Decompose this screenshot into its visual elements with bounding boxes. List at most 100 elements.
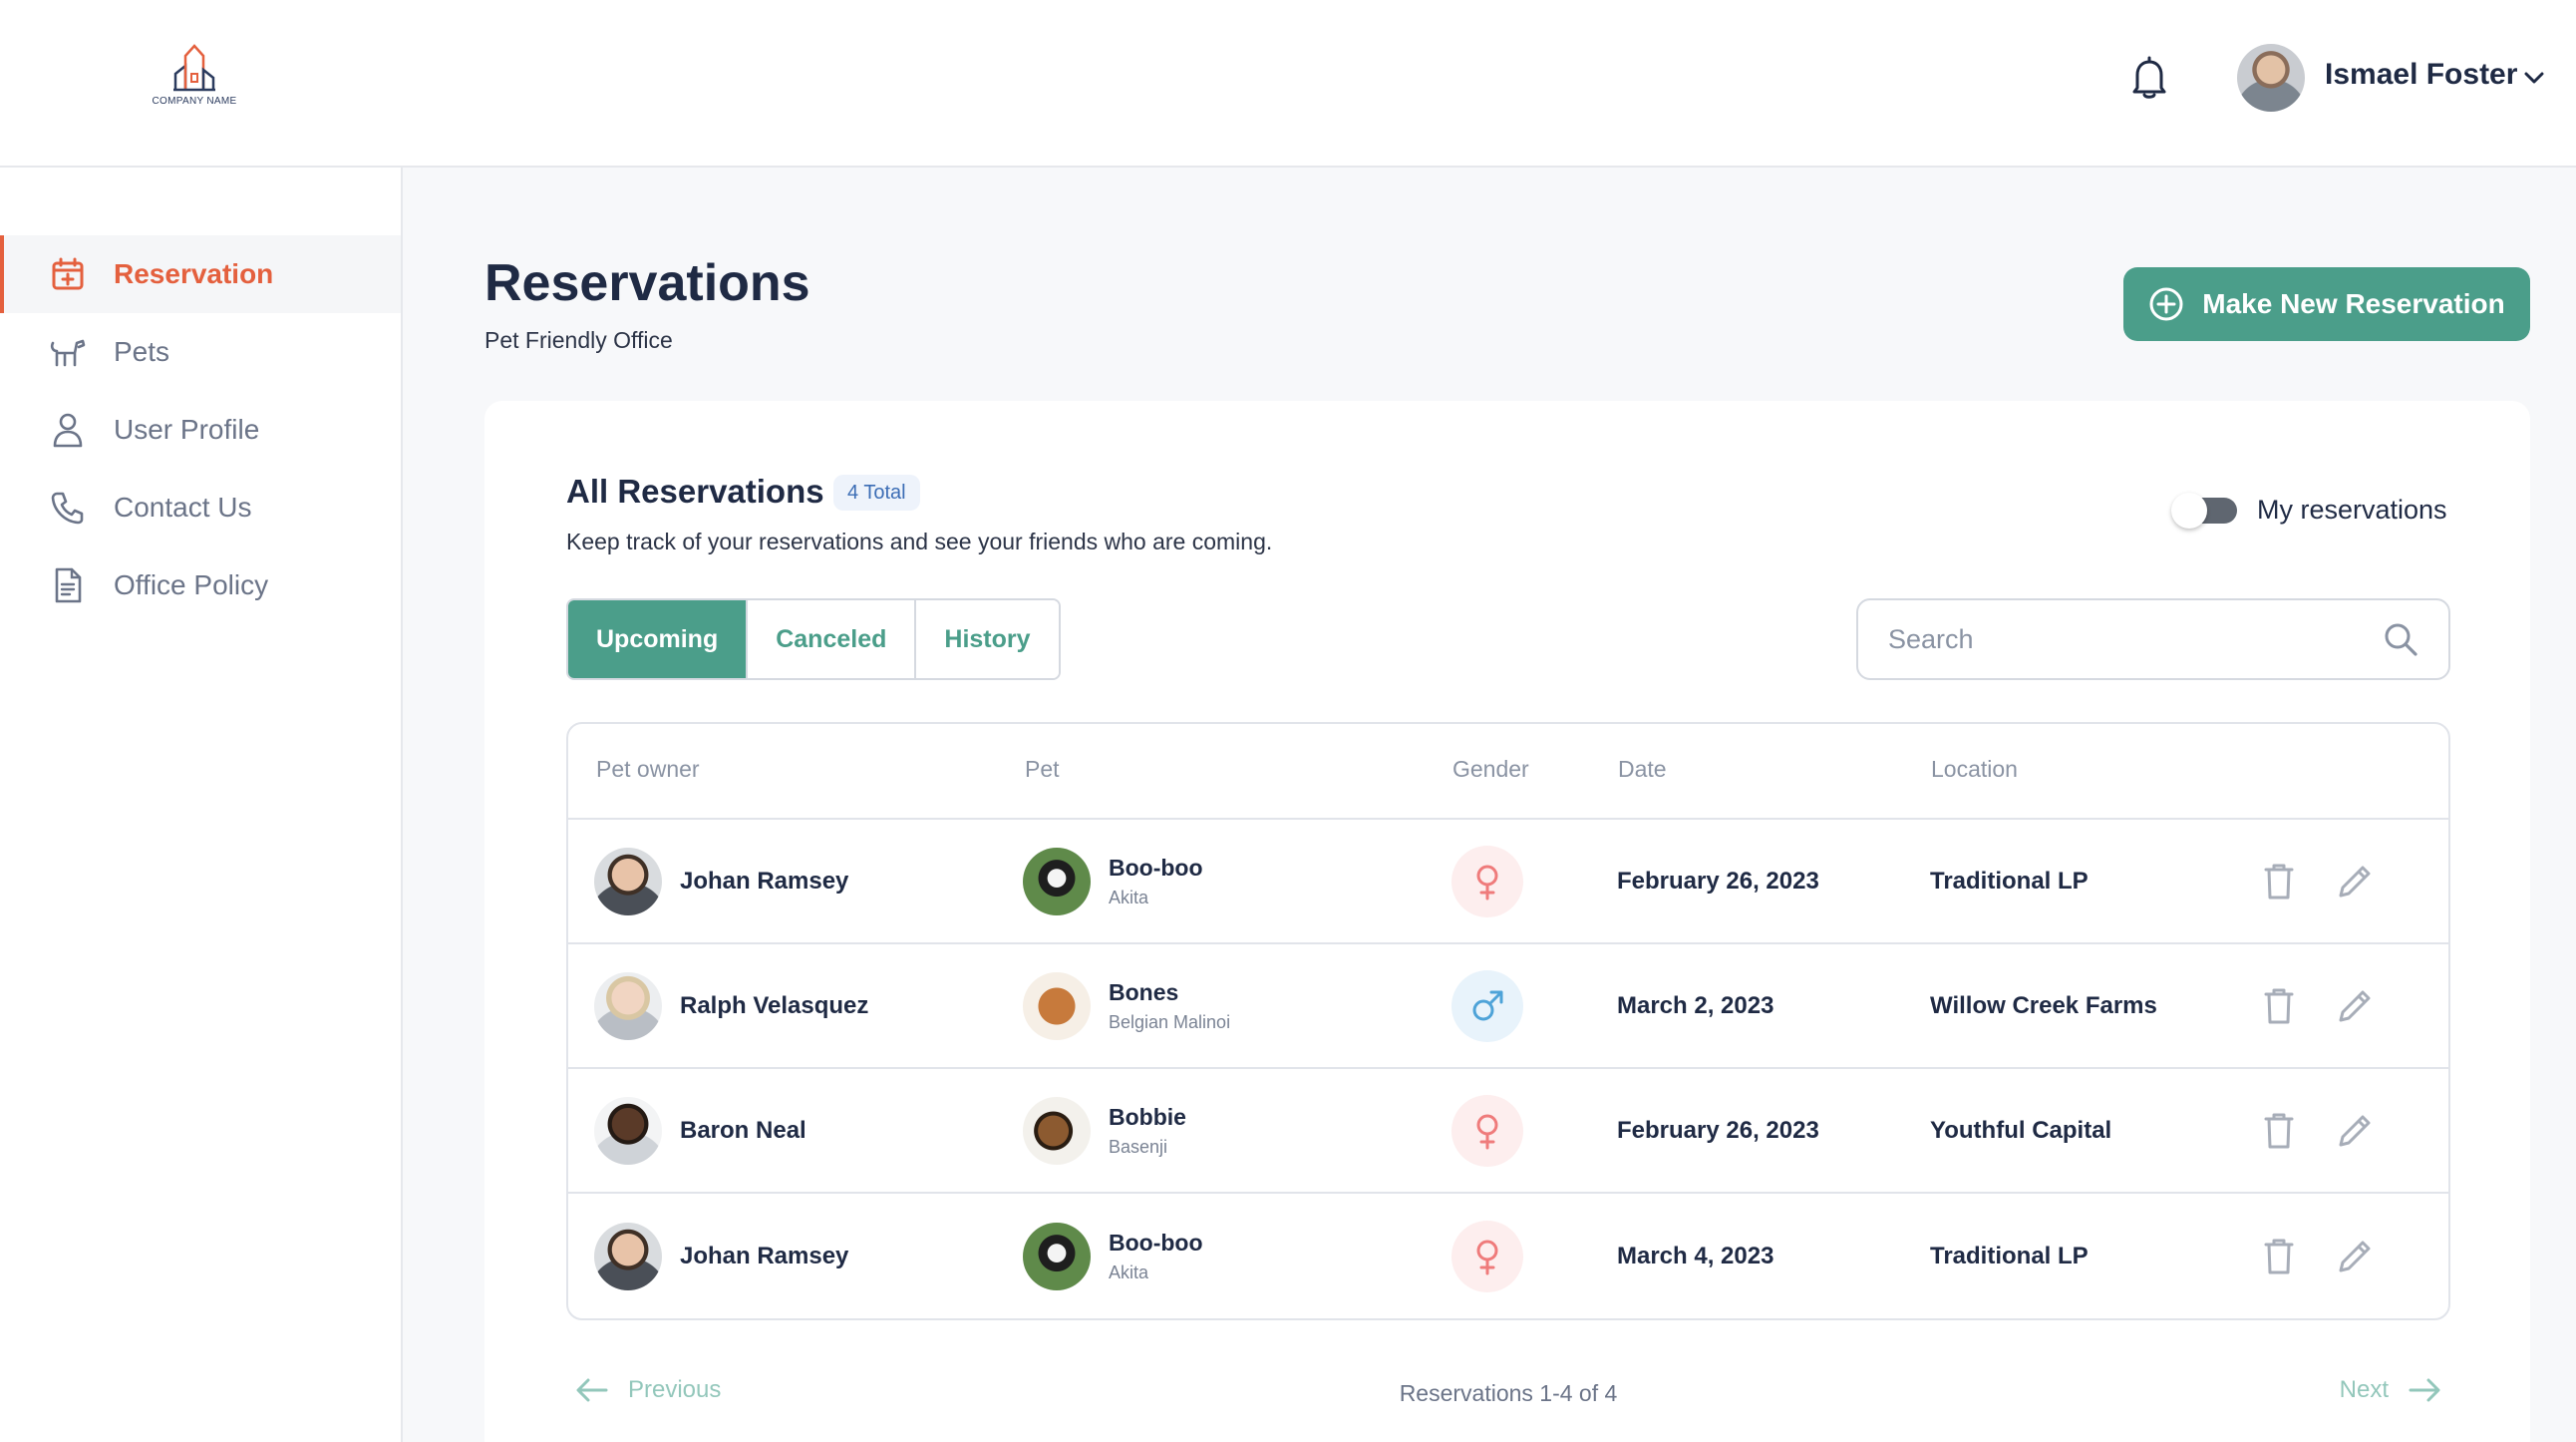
owner-name: Johan Ramsey <box>680 867 849 895</box>
delete-button[interactable] <box>2257 1109 2301 1153</box>
table-row[interactable]: Johan Ramsey Boo-boo Akita March 4, 2023… <box>568 1194 2448 1318</box>
pet-breed: Akita <box>1109 887 1149 907</box>
edit-cell <box>2333 944 2377 1067</box>
female-icon <box>1476 1240 1498 1274</box>
table-row[interactable]: Ralph Velasquez Bones Belgian Malinoi Ma… <box>568 944 2448 1069</box>
edit-button[interactable] <box>2333 984 2377 1028</box>
location-cell: Willow Creek Farms <box>1930 944 2157 1067</box>
female-icon <box>1476 1114 1498 1149</box>
pencil-icon <box>2339 1115 2371 1146</box>
pencil-icon <box>2339 866 2371 897</box>
reservations-table: Pet owner Pet Gender Date Location Johan… <box>566 722 2450 1320</box>
reservation-tabs: Upcoming Canceled History <box>566 598 1061 680</box>
column-header-gender: Gender <box>1452 756 1529 782</box>
my-reservations-label: My reservations <box>2257 495 2447 525</box>
pencil-icon <box>2339 990 2371 1021</box>
reservation-location: Youthful Capital <box>1930 1116 2112 1144</box>
card-title: All Reservations <box>566 473 824 510</box>
reservation-date: March 4, 2023 <box>1617 1242 1774 1269</box>
pet-info: Bones Belgian Malinoi <box>1109 979 1230 1033</box>
owner-name: Johan Ramsey <box>680 1242 849 1269</box>
top-bar: COMPANY NAME Ismael Foster <box>0 0 2576 168</box>
reservation-date: February 26, 2023 <box>1617 1116 1819 1144</box>
location-cell: Traditional LP <box>1930 820 2089 942</box>
delete-button[interactable] <box>2257 860 2301 903</box>
delete-cell <box>2257 820 2301 942</box>
plus-circle-icon <box>2149 287 2183 321</box>
reservation-date: March 2, 2023 <box>1617 991 1774 1019</box>
document-icon <box>48 565 88 605</box>
pet-cell: Boo-boo Akita <box>1023 1194 1203 1318</box>
gender-badge <box>1451 1220 1523 1292</box>
user-menu-toggle[interactable] <box>2522 66 2546 90</box>
delete-cell <box>2257 1069 2301 1192</box>
male-icon <box>1472 990 1503 1020</box>
search-input[interactable] <box>1888 623 2383 655</box>
delete-button[interactable] <box>2257 1235 2301 1278</box>
calendar-plus-icon <box>48 254 88 294</box>
edit-button[interactable] <box>2333 860 2377 903</box>
toggle-knob <box>2171 492 2207 529</box>
pagination: Previous Reservations 1-4 of 4 Next <box>566 1376 2450 1416</box>
make-new-reservation-label: Make New Reservation <box>2202 288 2505 319</box>
table-header: Pet owner Pet Gender Date Location <box>568 724 2448 820</box>
pet-info: Boo-boo Akita <box>1109 1230 1203 1283</box>
tab-upcoming[interactable]: Upcoming <box>568 600 749 678</box>
gender-cell <box>1451 820 1523 942</box>
user-avatar[interactable] <box>2237 44 2305 112</box>
pet-name: Bobbie <box>1109 1103 1186 1130</box>
edit-cell <box>2333 820 2377 942</box>
total-badge: 4 Total <box>833 475 920 511</box>
edit-button[interactable] <box>2333 1235 2377 1278</box>
tab-canceled[interactable]: Canceled <box>748 600 917 678</box>
dog-icon <box>48 332 88 372</box>
owner-avatar <box>594 971 662 1040</box>
gender-badge <box>1451 969 1523 1042</box>
search-icon[interactable] <box>2383 621 2418 657</box>
next-page-button[interactable]: Next <box>2340 1376 2440 1404</box>
owner-cell: Baron Neal <box>594 1069 806 1192</box>
delete-cell <box>2257 944 2301 1067</box>
sidebar-item-label: User Profile <box>114 414 260 445</box>
pencil-icon <box>2339 1241 2371 1271</box>
owner-cell: Ralph Velasquez <box>594 944 868 1067</box>
page-subtitle: Pet Friendly Office <box>484 327 673 353</box>
user-name[interactable]: Ismael Foster <box>2325 58 2517 92</box>
card-subtitle: Keep track of your reservations and see … <box>566 529 1273 554</box>
delete-button[interactable] <box>2257 984 2301 1028</box>
location-cell: Youthful Capital <box>1930 1069 2111 1192</box>
chevron-down-icon <box>2524 72 2544 84</box>
sidebar-item-office-policy[interactable]: Office Policy <box>0 546 401 624</box>
sidebar-item-reservation[interactable]: Reservation <box>0 235 401 313</box>
sidebar-item-label: Reservation <box>114 258 274 289</box>
edit-button[interactable] <box>2333 1109 2377 1153</box>
owner-cell: Johan Ramsey <box>594 820 848 942</box>
pet-name: Boo-boo <box>1109 854 1203 881</box>
my-reservations-toggle[interactable] <box>2171 492 2237 529</box>
trash-icon <box>2264 864 2294 899</box>
owner-cell: Johan Ramsey <box>594 1194 848 1318</box>
tab-history[interactable]: History <box>916 600 1059 678</box>
pet-avatar <box>1023 847 1091 915</box>
reservation-location: Traditional LP <box>1930 867 2089 895</box>
sidebar-item-contact-us[interactable]: Contact Us <box>0 469 401 546</box>
reservations-card: All Reservations 4 Total Keep track of y… <box>484 401 2530 1442</box>
pet-cell: Bobbie Basenji <box>1023 1069 1186 1192</box>
table-row[interactable]: Johan Ramsey Boo-boo Akita February 26, … <box>568 820 2448 944</box>
reservation-location: Traditional LP <box>1930 1242 2089 1269</box>
notifications-button[interactable] <box>2129 56 2169 100</box>
sidebar-item-user-profile[interactable]: User Profile <box>0 391 401 469</box>
make-new-reservation-button[interactable]: Make New Reservation <box>2123 267 2530 341</box>
gender-cell <box>1451 1194 1523 1318</box>
reservation-location: Willow Creek Farms <box>1930 991 2157 1019</box>
table-body: Johan Ramsey Boo-boo Akita February 26, … <box>568 820 2448 1318</box>
pet-cell: Bones Belgian Malinoi <box>1023 944 1230 1067</box>
next-label: Next <box>2339 1376 2389 1403</box>
table-row[interactable]: Baron Neal Bobbie Basenji February 26, 2… <box>568 1069 2448 1194</box>
pet-avatar <box>1023 1096 1091 1165</box>
sidebar-item-pets[interactable]: Pets <box>0 313 401 391</box>
pet-breed: Belgian Malinoi <box>1109 1011 1231 1032</box>
trash-icon <box>2264 1239 2294 1273</box>
column-header-pet: Pet <box>1025 756 1060 782</box>
company-logo[interactable]: COMPANY NAME <box>140 44 249 114</box>
